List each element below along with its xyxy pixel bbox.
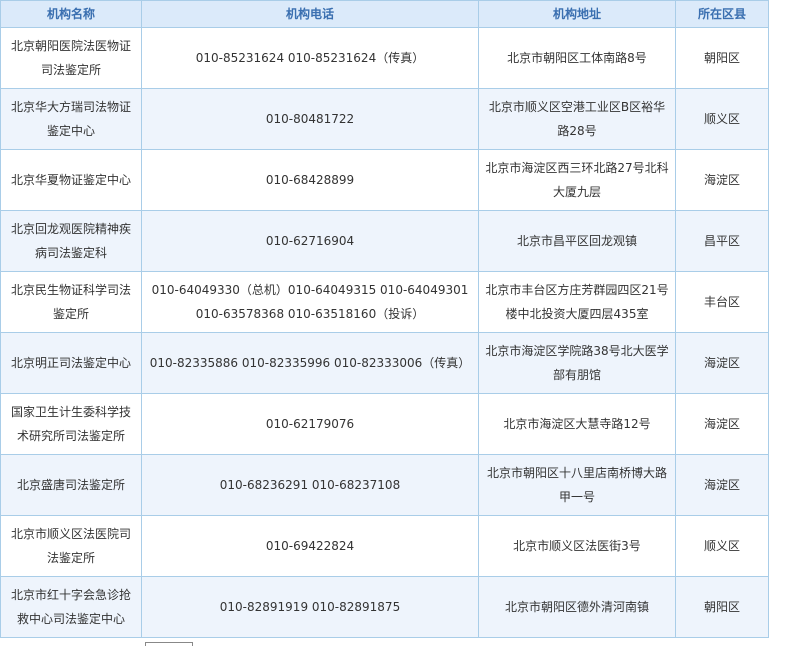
cell-address: 北京市朝阳区德外清河南镇	[478, 576, 676, 638]
pagination-bar	[0, 638, 798, 646]
table-row: 北京回龙观医院精神疾病司法鉴定科 010-62716904 北京市昌平区回龙观镇…	[0, 210, 769, 272]
header-district: 所在区县	[675, 0, 769, 28]
cell-name: 北京华夏物证鉴定中心	[0, 149, 142, 211]
table-header-row: 机构名称 机构电话 机构地址 所在区县	[0, 0, 769, 28]
cell-district: 朝阳区	[675, 27, 769, 89]
cell-phone: 010-62179076	[141, 393, 479, 455]
cell-name: 北京华大方瑞司法物证鉴定中心	[0, 88, 142, 150]
cell-name: 北京市红十字会急诊抢救中心司法鉴定中心	[0, 576, 142, 638]
cell-address: 北京市海淀区学院路38号北大医学部有朋馆	[478, 332, 676, 394]
cell-name: 北京回龙观医院精神疾病司法鉴定科	[0, 210, 142, 272]
cell-phone: 010-62716904	[141, 210, 479, 272]
cell-name: 北京盛唐司法鉴定所	[0, 454, 142, 516]
table-row: 北京市顺义区法医院司法鉴定所 010-69422824 北京市顺义区法医街3号 …	[0, 515, 769, 577]
cell-district: 海淀区	[675, 454, 769, 516]
table-row: 北京明正司法鉴定中心 010-82335886 010-82335996 010…	[0, 332, 769, 394]
cell-phone: 010-85231624 010-85231624（传真）	[141, 27, 479, 89]
cell-district: 朝阳区	[675, 576, 769, 638]
table-row: 北京盛唐司法鉴定所 010-68236291 010-68237108 北京市朝…	[0, 454, 769, 516]
cell-address: 北京市顺义区空港工业区B区裕华路28号	[478, 88, 676, 150]
cell-address: 北京市丰台区方庄芳群园四区21号楼中北投资大厦四层435室	[478, 271, 676, 333]
table-row: 北京市红十字会急诊抢救中心司法鉴定中心 010-82891919 010-828…	[0, 576, 769, 638]
table-row: 国家卫生计生委科学技术研究所司法鉴定所 010-62179076 北京市海淀区大…	[0, 393, 769, 455]
institution-table: 机构名称 机构电话 机构地址 所在区县 北京朝阳医院法医物证司法鉴定所 010-…	[0, 0, 769, 638]
cell-address: 北京市海淀区大慧寺路12号	[478, 393, 676, 455]
header-phone: 机构电话	[141, 0, 479, 28]
cell-address: 北京市昌平区回龙观镇	[478, 210, 676, 272]
cell-district: 海淀区	[675, 149, 769, 211]
page-number-input[interactable]	[145, 642, 193, 646]
cell-phone: 010-64049330（总机）010-64049315 010-6404930…	[141, 271, 479, 333]
cell-phone: 010-68236291 010-68237108	[141, 454, 479, 516]
cell-district: 顺义区	[675, 515, 769, 577]
cell-name: 北京明正司法鉴定中心	[0, 332, 142, 394]
table-row: 北京华夏物证鉴定中心 010-68428899 北京市海淀区西三环北路27号北科…	[0, 149, 769, 211]
cell-name: 国家卫生计生委科学技术研究所司法鉴定所	[0, 393, 142, 455]
cell-district: 海淀区	[675, 393, 769, 455]
cell-address: 北京市朝阳区十八里店南桥博大路甲一号	[478, 454, 676, 516]
cell-district: 顺义区	[675, 88, 769, 150]
cell-name: 北京民生物证科学司法鉴定所	[0, 271, 142, 333]
cell-district: 昌平区	[675, 210, 769, 272]
cell-phone: 010-80481722	[141, 88, 479, 150]
cell-phone: 010-68428899	[141, 149, 479, 211]
header-name: 机构名称	[0, 0, 142, 28]
cell-address: 北京市海淀区西三环北路27号北科大厦九层	[478, 149, 676, 211]
cell-phone: 010-82335886 010-82335996 010-82333006（传…	[141, 332, 479, 394]
cell-address: 北京市顺义区法医街3号	[478, 515, 676, 577]
cell-name: 北京朝阳医院法医物证司法鉴定所	[0, 27, 142, 89]
cell-district: 海淀区	[675, 332, 769, 394]
table-row: 北京华大方瑞司法物证鉴定中心 010-80481722 北京市顺义区空港工业区B…	[0, 88, 769, 150]
table-row: 北京民生物证科学司法鉴定所 010-64049330（总机）010-640493…	[0, 271, 769, 333]
header-address: 机构地址	[478, 0, 676, 28]
cell-name: 北京市顺义区法医院司法鉴定所	[0, 515, 142, 577]
cell-phone: 010-82891919 010-82891875	[141, 576, 479, 638]
cell-district: 丰台区	[675, 271, 769, 333]
cell-phone: 010-69422824	[141, 515, 479, 577]
cell-address: 北京市朝阳区工体南路8号	[478, 27, 676, 89]
table-row: 北京朝阳医院法医物证司法鉴定所 010-85231624 010-8523162…	[0, 27, 769, 89]
